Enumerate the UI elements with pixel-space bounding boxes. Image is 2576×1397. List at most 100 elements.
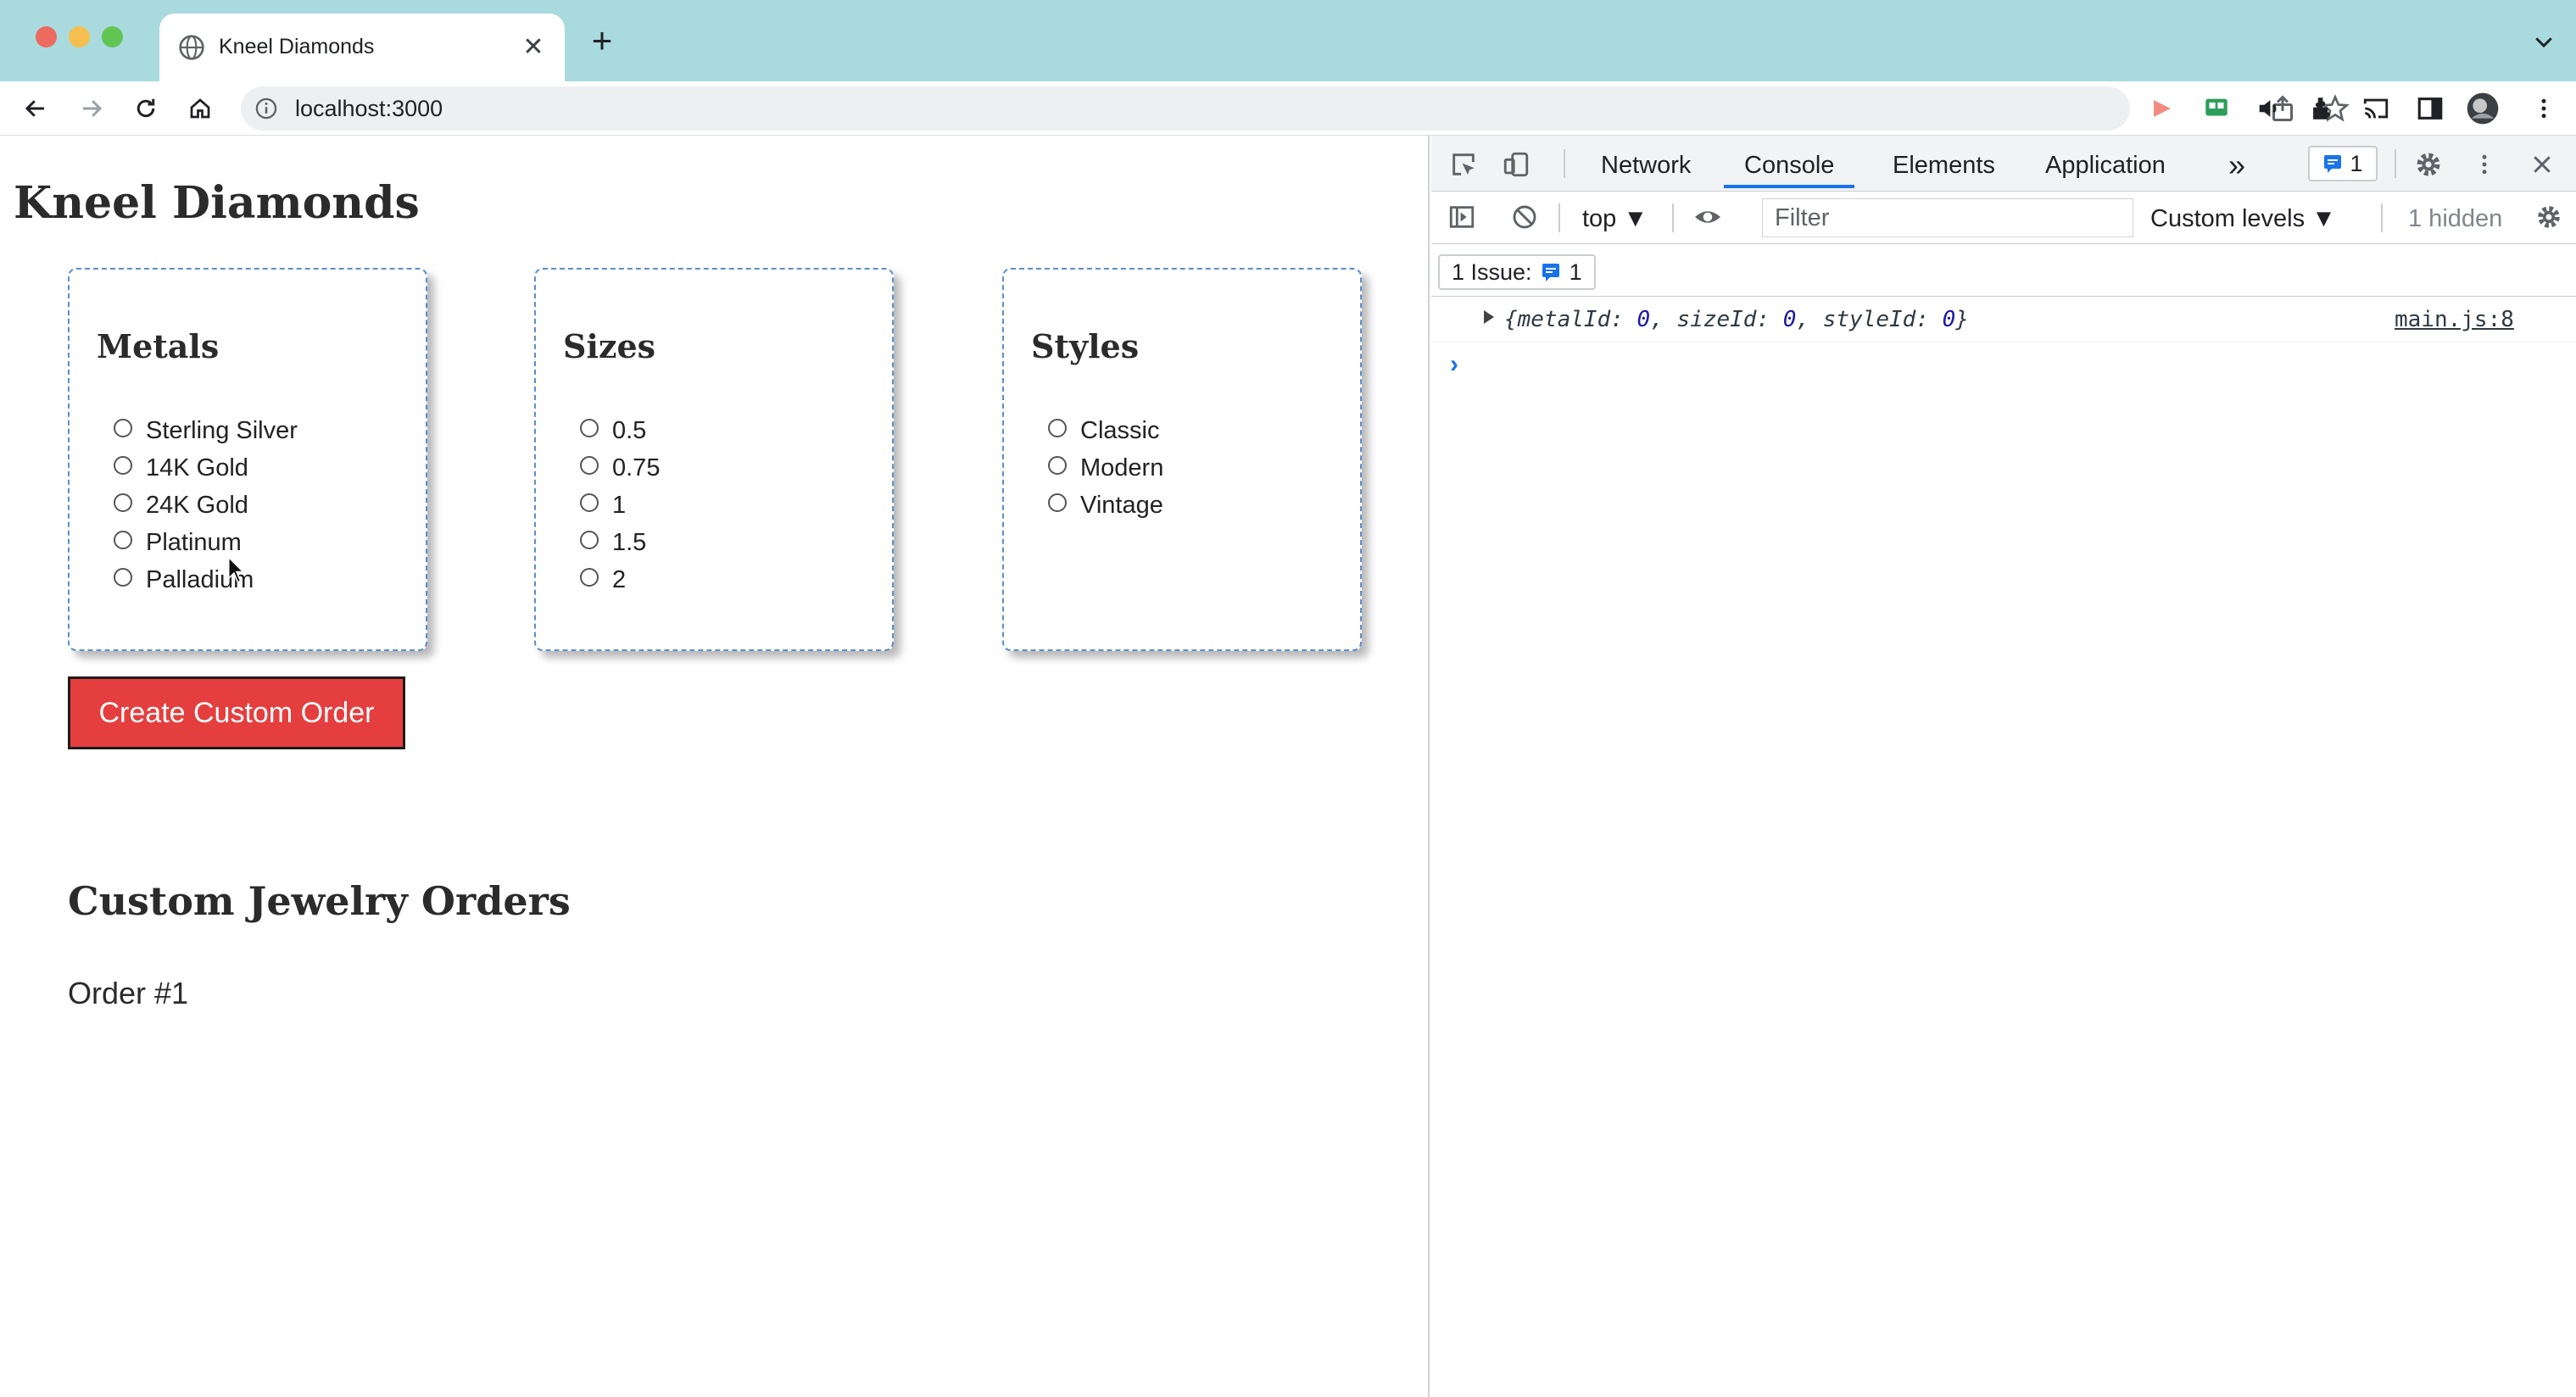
devtools-menu-button[interactable] [2467,147,2501,181]
radio-button[interactable] [1048,419,1067,437]
home-icon [190,98,210,119]
object-key: sizeId: [1676,307,1783,332]
source-link[interactable]: main.js:8 [2395,303,2514,336]
new-tab-button[interactable]: + [585,23,619,58]
radio-button[interactable] [114,493,132,512]
clear-console-button[interactable] [1508,200,1542,234]
radio-button[interactable] [580,456,599,475]
metal-option[interactable]: 14K Gold [114,449,298,487]
option-label: 0.75 [612,454,661,481]
tab-application[interactable]: Application [2025,144,2186,188]
devtools-settings-button[interactable] [2412,147,2445,181]
style-option[interactable]: Classic [1048,412,1163,449]
radio-button[interactable] [1048,456,1067,475]
close-devtools-button[interactable] [2525,147,2559,181]
avatar-icon [2467,92,2499,125]
hidden-messages-count: 1 hidden [2408,205,2503,232]
console-log-object[interactable]: {metalId: 0, sizeId: 0, styleId: 0} [1504,303,1969,336]
url-text[interactable]: localhost:3000 [295,92,443,125]
forward-arrow-icon [83,100,103,117]
extensions-button[interactable] [2305,92,2339,125]
radio-button[interactable] [580,493,599,512]
site-info-icon[interactable] [254,97,278,120]
size-option[interactable]: 2 [580,561,660,598]
styles-card: Styles Classic Modern Vintage [1002,268,1362,651]
object-value: 0 [1636,307,1651,332]
tab-close-icon[interactable]: ✕ [519,32,548,61]
extension-green-icon[interactable] [2200,92,2233,125]
cast-button[interactable] [2359,92,2393,125]
reload-button[interactable] [129,92,163,125]
play-extension-icon [2154,100,2171,117]
expand-triangle-icon[interactable] [1484,310,1494,324]
radio-button[interactable] [114,419,132,437]
tab-audio-button[interactable] [2252,92,2286,125]
tab-search-chevron-icon[interactable] [2529,29,2559,54]
radio-button[interactable] [580,568,599,587]
home-button[interactable] [183,92,217,125]
console-log-row[interactable]: {metalId: 0, sizeId: 0, styleId: 0} main… [1431,297,2576,342]
more-tabs-button[interactable]: » [2208,144,2266,188]
context-selector[interactable]: top ▼ [1582,202,1648,236]
size-option[interactable]: 0.5 [580,412,660,449]
profile-avatar[interactable] [2466,92,2500,125]
metals-options: Sterling Silver 14K Gold 24K Gold Platin… [114,412,298,598]
browser-menu-button[interactable] [2527,92,2561,125]
browser-tab-active[interactable]: Kneel Diamonds ✕ [159,14,565,81]
tab-network[interactable]: Network [1581,144,1711,188]
create-custom-order-button[interactable]: Create Custom Order [68,676,405,749]
styles-options: Classic Modern Vintage [1048,412,1163,524]
console-settings-button[interactable] [2532,200,2566,234]
address-bar[interactable]: localhost:3000 [241,86,2350,131]
size-option[interactable]: 1.5 [580,524,660,561]
radio-button[interactable] [580,531,599,549]
orders-heading: Custom Jewelry Orders [68,878,571,924]
toolbar-divider [1564,149,1565,178]
radio-button[interactable] [114,568,132,587]
sidebar-toggle-button[interactable] [1445,200,1479,234]
metal-option[interactable]: Platinum [114,524,298,561]
metal-option[interactable]: 24K Gold [114,487,298,524]
minimize-window-button[interactable] [69,26,90,47]
forward-button[interactable] [75,92,109,125]
side-panel-icon [2417,97,2443,120]
style-option[interactable]: Modern [1048,449,1163,487]
size-option[interactable]: 1 [580,487,660,524]
side-panel-button[interactable] [2413,92,2447,125]
log-levels-dropdown[interactable]: Custom levels ▼ [2150,202,2336,236]
live-expression-button[interactable] [1691,200,1725,234]
console-prompt[interactable]: › [1450,348,1458,381]
option-label: 1.5 [612,529,647,556]
issues-counter-button[interactable]: 1 [2308,146,2378,181]
console-filter-input[interactable] [1762,198,2133,237]
console-filter-bar: top ▼ Custom levels ▼ 1 hidden [1431,192,2576,244]
device-toolbar-button[interactable] [1499,147,1533,181]
tab-console[interactable]: Console [1724,144,1855,188]
maximize-window-button[interactable] [102,26,123,47]
radio-button[interactable] [114,531,132,549]
browser-tabbar: Kneel Diamonds ✕ + [0,0,2576,81]
metals-card: Metals Sterling Silver 14K Gold 24K Gold… [68,268,427,651]
radio-button[interactable] [1048,493,1067,512]
back-button[interactable] [19,92,53,125]
size-option[interactable]: 0.75 [580,449,660,487]
radio-button[interactable] [114,456,132,475]
issues-link-button[interactable]: 1 Issue: 1 [1438,254,1596,290]
extension-red-icon[interactable] [2145,92,2179,125]
screen-extension-icon [2205,98,2228,116]
message-icon [1542,264,1559,281]
close-window-button[interactable] [36,26,57,47]
gear-icon [2538,206,2560,228]
style-option[interactable]: Vintage [1048,487,1163,524]
tab-elements[interactable]: Elements [1872,144,2016,188]
inspect-element-button[interactable] [1447,147,1480,181]
object-key: styleId: [1822,307,1943,332]
block-icon [1513,205,1536,229]
page-title: Kneel Diamonds [14,177,420,229]
radio-button[interactable] [580,419,599,437]
metal-option[interactable]: Palladium [114,561,298,598]
metal-option[interactable]: Sterling Silver [114,412,298,449]
option-label: 1 [612,492,627,519]
console-issues-bar: 1 Issue: 1 [1431,244,2576,297]
close-icon [2534,156,2551,173]
